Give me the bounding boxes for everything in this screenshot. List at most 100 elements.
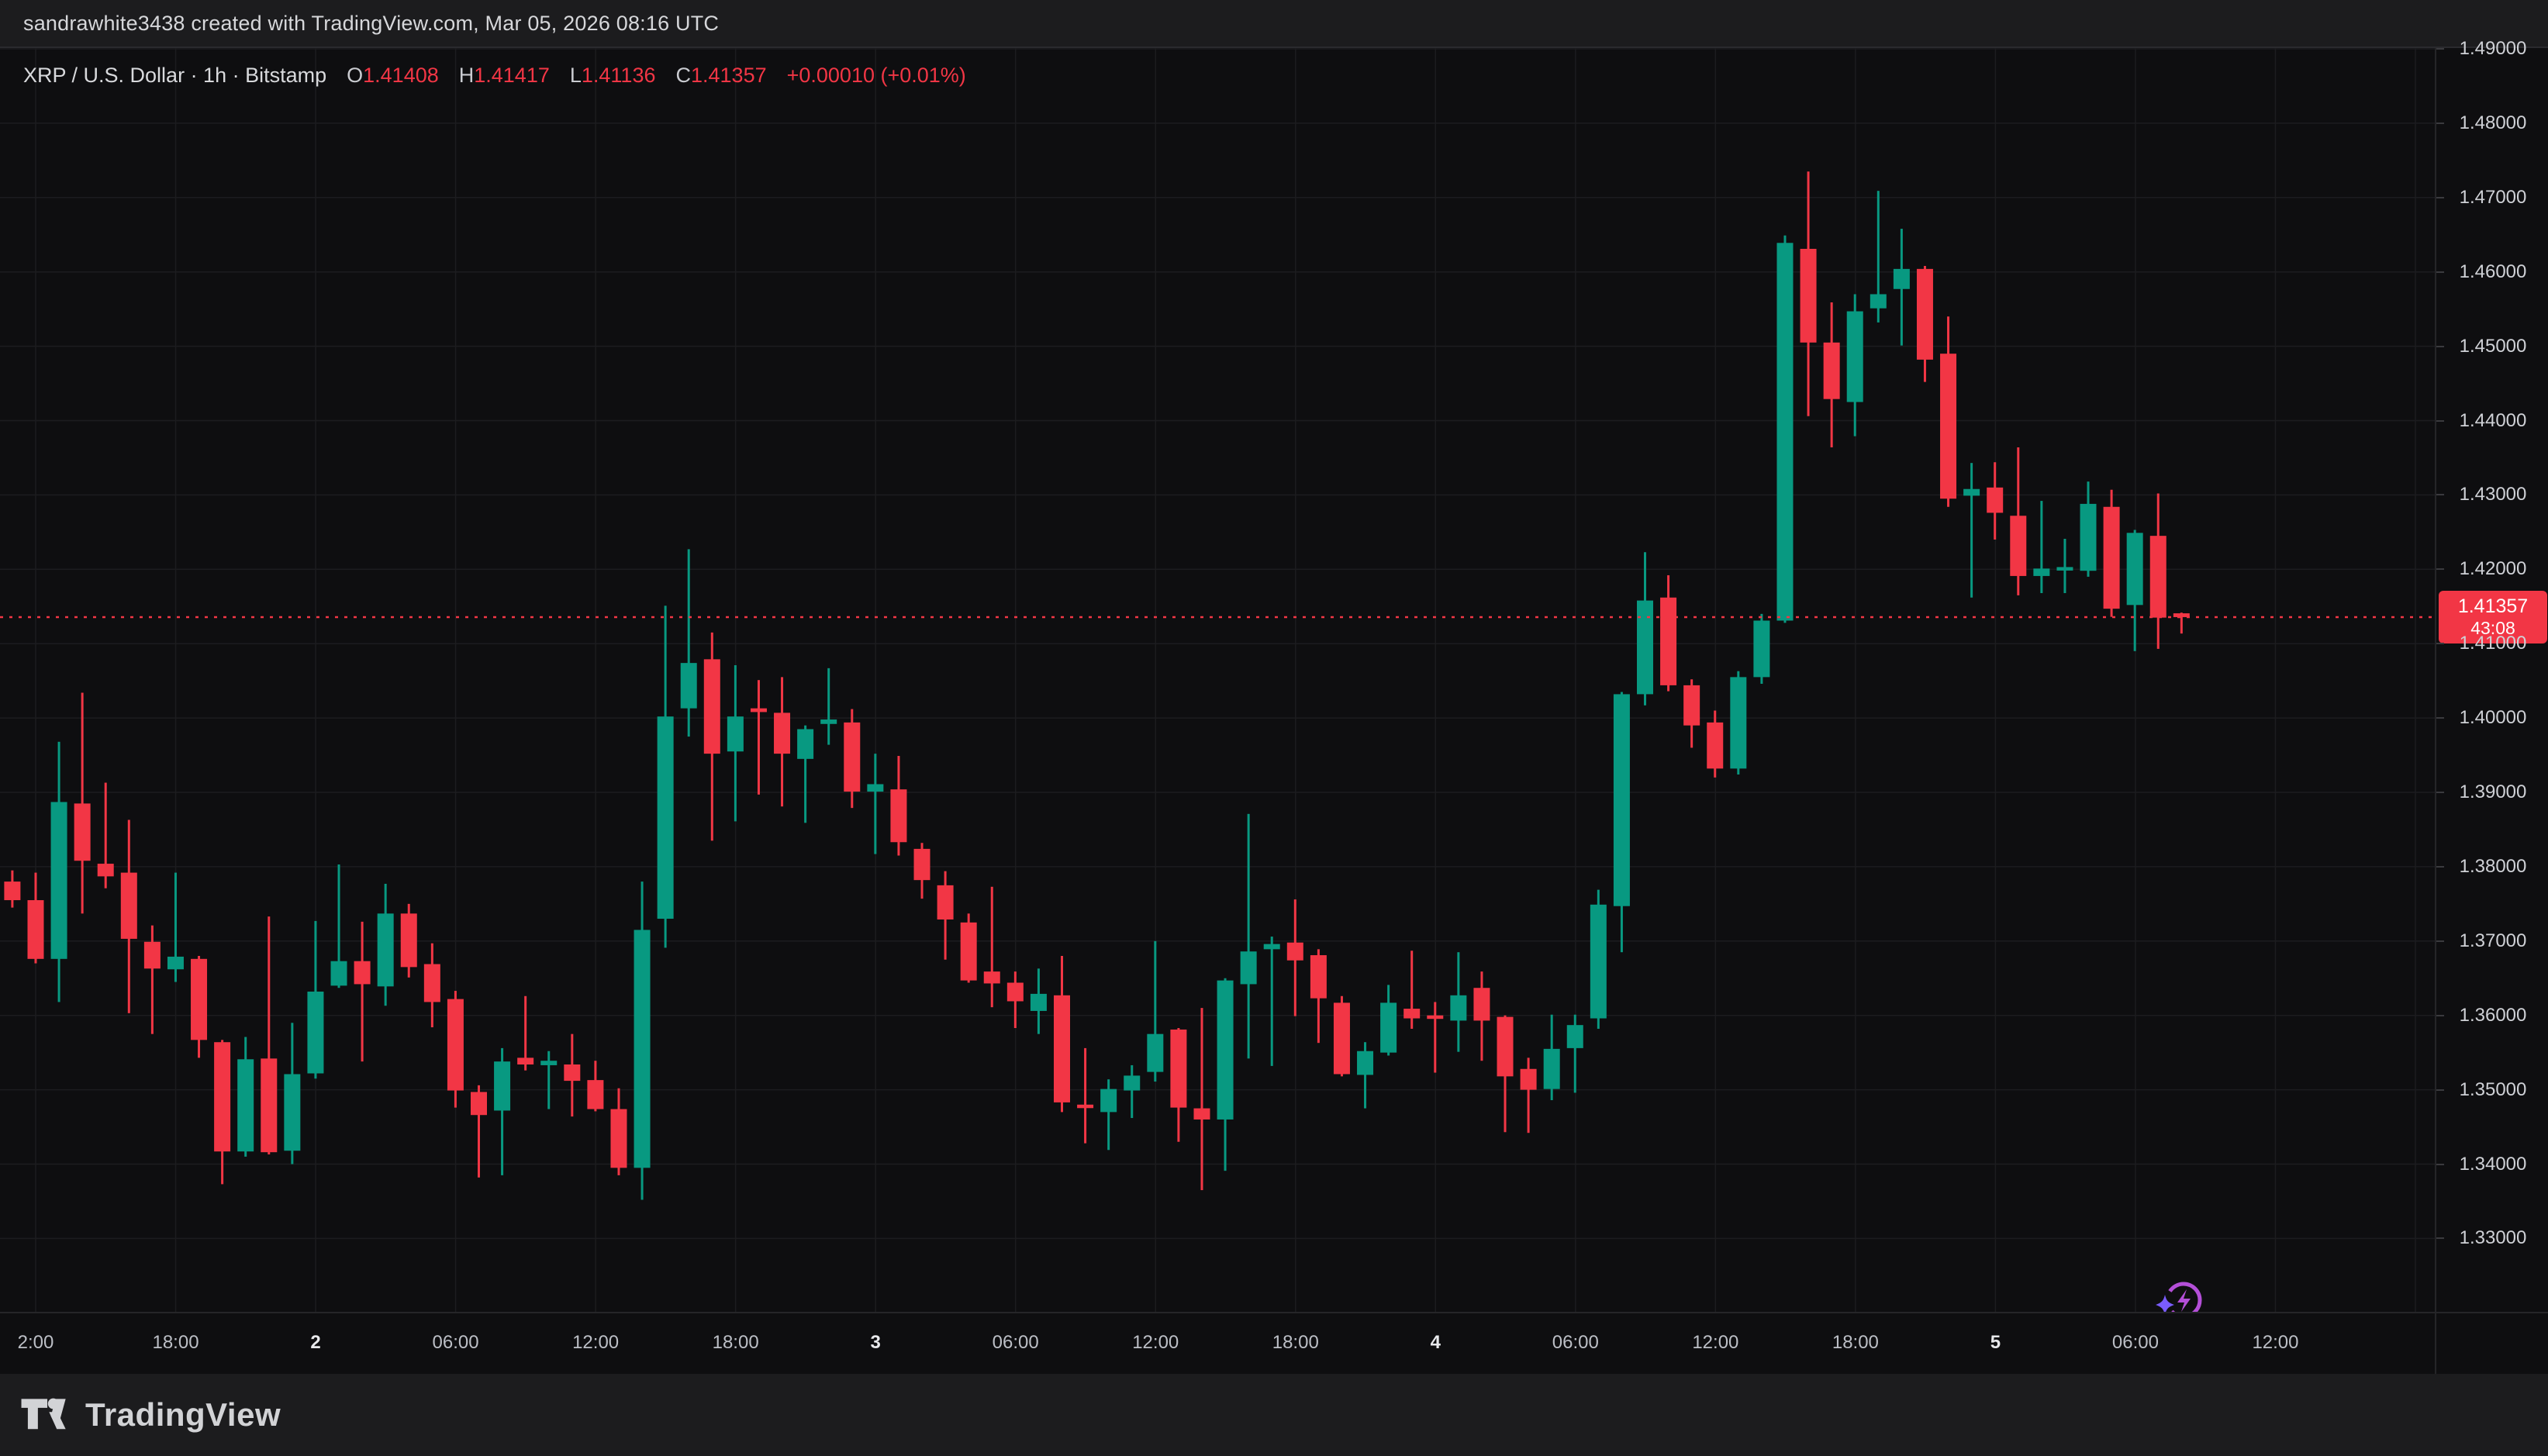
candle [1287,899,1303,1016]
candle [284,1023,300,1164]
time-scale[interactable]: 2:0018:00206:0012:0018:00306:0012:0018:0… [0,1312,2435,1374]
candle [540,1051,557,1109]
candle [2033,501,2049,593]
grid [0,48,2435,1312]
snapshot-header: sandrawhite3438 created with TradingView… [0,0,2548,48]
candle [1707,711,1723,778]
price-tick-mark [2436,271,2444,273]
time-tick-label: 06:00 [993,1332,1039,1354]
candle [1824,302,1840,447]
symbol-description: XRP / U.S. Dollar · 1h · Bitstamp [23,64,326,88]
price-tick-mark [2436,346,2444,347]
candle [2173,612,2190,633]
candle [517,996,533,1071]
flash-icon [2156,1284,2200,1312]
candle [564,1034,580,1116]
candle [191,956,207,1057]
ohlc-item: H1.41417 [459,64,550,88]
candle [261,916,277,1154]
candlestick-chart[interactable] [0,48,2435,1312]
candle [1660,575,1676,692]
candle [1870,191,1887,323]
candle [74,692,91,913]
candle [1801,171,1817,416]
price-tick-mark [2436,494,2444,495]
candle [1403,951,1420,1029]
price-tick-label: 1.33000 [2436,1228,2548,1248]
tradingview-logo-text: TradingView [85,1396,281,1434]
symbol-legend: XRP / U.S. Dollar · 1h · Bitstamp O1.414… [23,64,966,88]
candles [4,171,2189,1199]
price-tick-mark [2436,1089,2444,1091]
candle [751,680,767,795]
candle [1031,968,1047,1033]
candle [98,783,114,888]
candle [237,1037,254,1157]
price-tick-label: 1.46000 [2436,262,2548,282]
price-tick-label: 1.42000 [2436,559,2548,579]
candle [1100,1079,1117,1150]
time-tick-day-label: 3 [870,1332,880,1354]
time-tick-label: 12:00 [572,1332,619,1354]
candle [681,549,697,737]
price-tick-label: 1.40000 [2436,708,2548,728]
price-tick-mark [2436,866,2444,868]
candle [1940,316,1956,507]
price-tick-mark [2436,1237,2444,1239]
change-value: +0.00010 (+0.01%) [787,64,966,88]
time-tick-label: 12:00 [2252,1332,2298,1354]
candle [867,754,883,854]
candle [1730,671,1746,775]
price-tick-label: 1.36000 [2436,1006,2548,1026]
candle [1170,1028,1186,1142]
candle [984,887,1000,1007]
candle [401,904,417,978]
candle [2127,530,2143,650]
candle [307,921,323,1078]
ohlc-item: L1.41136 [570,64,656,88]
time-tick-label: 12:00 [1692,1332,1738,1354]
price-tick-label: 1.38000 [2436,857,2548,877]
candle [2056,539,2073,593]
candle [1521,1057,1537,1133]
price-tick-label: 1.47000 [2436,188,2548,208]
candle [354,922,371,1061]
candle [704,633,720,841]
candle [1310,949,1327,1043]
candle [2080,481,2097,577]
candle [1380,985,1397,1055]
candle [1473,971,1490,1061]
price-tick-mark [2436,420,2444,422]
candle [1007,971,1024,1028]
candle [1497,1016,1514,1133]
tradingview-logo[interactable]: TradingView [0,1392,281,1437]
candle [51,742,67,1002]
candle [2010,447,2026,595]
candle [1917,266,1933,382]
time-tick-label: 18:00 [713,1332,759,1354]
candle [1264,937,1280,1066]
candle [1683,679,1700,747]
candle [1450,952,1466,1052]
candle [447,991,464,1108]
time-tick-day-label: 5 [1990,1332,2001,1354]
price-tick-mark [2436,48,2444,50]
time-tick-label: 18:00 [152,1332,199,1354]
candle [1124,1065,1140,1118]
candle [1217,978,1234,1171]
candle [1544,1015,1560,1100]
price-tick-mark [2436,568,2444,570]
candle [890,756,906,856]
chart-pane[interactable]: XRP / U.S. Dollar · 1h · Bitstamp O1.414… [0,48,2435,1312]
candle [27,873,43,964]
candle [1776,236,1793,623]
price-tick-mark [2436,197,2444,198]
price-scale[interactable]: 1.41357 43:08 1.490001.480001.470001.460… [2435,48,2548,1312]
candle [1193,1008,1210,1190]
time-tick-label: 12:00 [1132,1332,1179,1354]
price-tick-mark [2436,1015,2444,1016]
candle [1847,294,1863,436]
time-tick-label: 18:00 [1832,1332,1879,1354]
candle [1567,1015,1583,1093]
candle [961,913,977,982]
